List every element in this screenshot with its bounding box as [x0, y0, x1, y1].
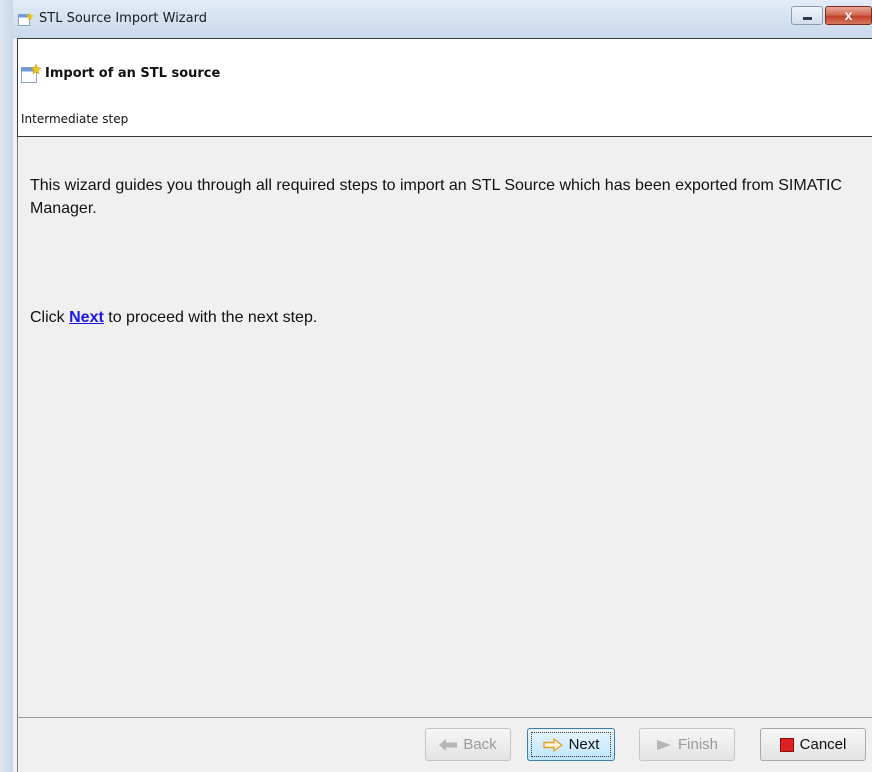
finish-button[interactable]: Finish [639, 728, 735, 761]
next-link[interactable]: Next [69, 309, 104, 326]
finish-button-label: Finish [677, 736, 718, 753]
stop-icon [779, 737, 794, 752]
wizard-page-icon [21, 64, 41, 83]
window-frame-left [0, 0, 13, 772]
wizard-description: This wizard guides you through all requi… [30, 177, 842, 217]
wizard-instruction: Click Next to proceed with the next step… [30, 309, 317, 327]
cancel-button-label: Cancel [799, 736, 847, 753]
next-button[interactable]: Next [527, 728, 615, 761]
arrow-right-icon [542, 737, 563, 752]
minimize-icon [803, 17, 812, 20]
instruction-suffix: to proceed with the next step. [108, 309, 318, 326]
wizard-icon [18, 12, 34, 26]
wizard-page-subtitle: Intermediate step [21, 112, 129, 126]
play-icon [656, 739, 672, 751]
close-icon: x [844, 7, 853, 23]
back-button-label: Back [463, 736, 497, 753]
title-bar[interactable]: STL Source Import Wizard x [13, 0, 872, 38]
wizard-header: Import of an STL source Intermediate ste… [17, 38, 872, 137]
wizard-content: This wizard guides you through all requi… [17, 137, 872, 717]
close-button[interactable]: x [825, 6, 872, 25]
wizard-page-title: Import of an STL source [45, 66, 221, 81]
next-button-label: Next [568, 736, 600, 753]
cancel-button[interactable]: Cancel [760, 728, 866, 761]
instruction-prefix: Click [30, 309, 65, 326]
minimize-button[interactable] [791, 6, 823, 25]
button-bar: Back Next Finish Cancel [17, 717, 872, 772]
back-button[interactable]: Back [425, 728, 511, 761]
window-title: STL Source Import Wizard [39, 11, 207, 26]
arrow-left-icon [439, 738, 458, 751]
